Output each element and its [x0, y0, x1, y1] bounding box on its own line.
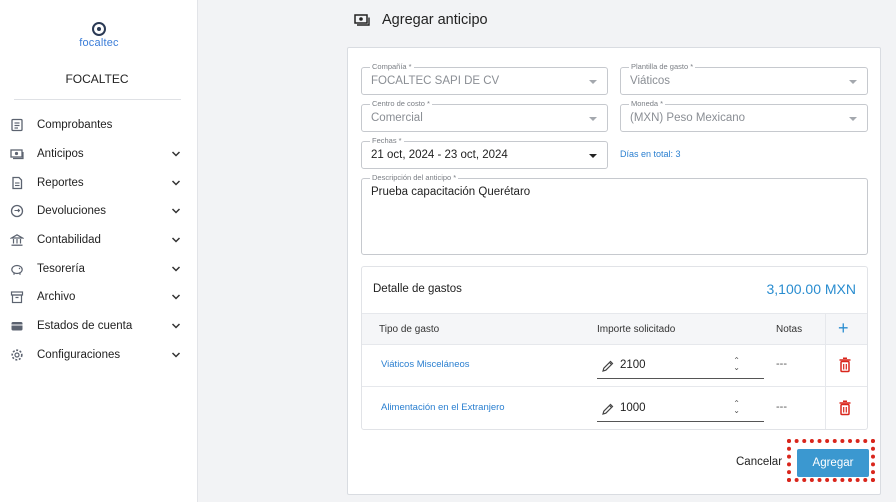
cost-center-value: Comercial — [371, 112, 423, 124]
highlight-box: Agregar — [787, 439, 875, 482]
expense-template-select[interactable]: Plantilla de gasto * Viáticos — [620, 62, 868, 95]
sidebar-item-comprobantes[interactable]: Comprobantes — [0, 111, 197, 140]
caret-down-icon — [589, 117, 597, 121]
cost-center-label: Centro de costo * — [370, 99, 432, 109]
sidebar-item-label: Configuraciones — [37, 348, 121, 361]
amount-input[interactable]: 2100 ⌃ ⌄ — [597, 353, 764, 379]
caret-down-icon — [589, 80, 597, 84]
total-days-text: Días en total: 3 — [620, 149, 681, 159]
sidebar-item-contabilidad[interactable]: Contabilidad — [0, 226, 197, 255]
bank-icon — [10, 233, 24, 247]
company-value: FOCALTEC SAPI DE CV — [371, 75, 500, 87]
logo-icon — [92, 22, 106, 36]
page-header: Agregar anticipo — [354, 12, 488, 28]
chevron-down-icon — [171, 151, 181, 157]
sidebar: focaltec FOCALTEC Comprobantes Anticipos… — [0, 0, 198, 502]
chevron-down-icon — [171, 208, 181, 214]
advance-form-card: Compañía * FOCALTEC SAPI DE CV Plantilla… — [347, 47, 881, 495]
cash-icon — [10, 147, 24, 161]
add-expense-button[interactable]: + — [838, 318, 849, 338]
chevron-down-icon — [171, 237, 181, 243]
page-title: Agregar anticipo — [382, 12, 488, 28]
cost-center-select[interactable]: Centro de costo * Comercial — [361, 99, 608, 132]
chevron-down-icon — [171, 266, 181, 272]
amount-value: 2100 — [620, 359, 646, 371]
sidebar-item-anticipos[interactable]: Anticipos — [0, 140, 197, 169]
gear-icon — [10, 348, 24, 362]
expense-template-value: Viáticos — [630, 75, 671, 87]
notes-value: --- — [776, 358, 787, 370]
description-value: Prueba capacitación Querétaro — [371, 186, 531, 198]
stepper-icon[interactable]: ⌃ ⌄ — [733, 400, 740, 415]
sidebar-divider — [14, 99, 181, 100]
sidebar-item-label: Comprobantes — [37, 119, 113, 132]
archive-icon — [10, 290, 24, 304]
company-select[interactable]: Compañía * FOCALTEC SAPI DE CV — [361, 62, 608, 95]
sidebar-item-label: Reportes — [37, 176, 84, 189]
caret-down-icon — [849, 80, 857, 84]
sidebar-item-label: Anticipos — [37, 148, 84, 161]
logo-text: focaltec — [79, 37, 119, 49]
sidebar-item-reportes[interactable]: Reportes — [0, 168, 197, 197]
currency-value: (MXN) Peso Mexicano — [630, 112, 746, 124]
table-row: Alimentación en el Extranjero 1000 ⌃ ⌄ --… — [362, 388, 867, 429]
sidebar-item-configuraciones[interactable]: Configuraciones — [0, 341, 197, 370]
delete-row-icon[interactable] — [838, 357, 852, 373]
description-textarea[interactable]: Descripción del anticipo * Prueba capaci… — [361, 173, 868, 255]
chevron-down-icon — [171, 323, 181, 329]
caret-down-icon — [849, 117, 857, 121]
expense-detail-panel: Detalle de gastos 3,100.00 MXN Tipo de g… — [361, 266, 868, 430]
sidebar-item-archivo[interactable]: Archivo — [0, 283, 197, 312]
stepper-icon[interactable]: ⌃ ⌄ — [733, 357, 740, 372]
amount-value: 1000 — [620, 402, 646, 414]
expense-table-header: Tipo de gasto Importe solicitado Notas + — [362, 313, 867, 345]
delete-row-icon[interactable] — [838, 400, 852, 416]
sidebar-item-devoluciones[interactable]: Devoluciones — [0, 197, 197, 226]
table-row: Viáticos Misceláneos 2100 ⌃ ⌄ --- — [362, 345, 867, 387]
sidebar-item-label: Archivo — [37, 291, 76, 304]
company-label: Compañía * — [370, 62, 414, 72]
refund-icon — [10, 204, 24, 218]
chevron-down-icon — [171, 352, 181, 358]
cancel-button[interactable]: Cancelar — [736, 456, 782, 468]
receipt-icon — [10, 118, 24, 132]
sidebar-item-label: Tesorería — [37, 262, 85, 275]
submit-button[interactable]: Agregar — [797, 449, 869, 477]
date-range-label: Fechas * — [370, 136, 404, 146]
notes-value: --- — [776, 401, 787, 413]
expense-template-label: Plantilla de gasto * — [629, 62, 696, 72]
column-header-amount: Importe solicitado — [597, 324, 676, 335]
sidebar-item-estados-de-cuenta[interactable]: Estados de cuenta — [0, 312, 197, 341]
report-icon — [10, 176, 24, 190]
chevron-down-icon — [171, 180, 181, 186]
expense-detail-title: Detalle de gastos — [373, 283, 462, 295]
description-label: Descripción del anticipo * — [370, 173, 459, 183]
cash-icon — [354, 14, 370, 26]
expense-type-link[interactable]: Viáticos Misceláneos — [381, 359, 470, 370]
pencil-icon — [602, 360, 614, 372]
sidebar-nav: Comprobantes Anticipos Reportes Devoluci… — [0, 111, 197, 369]
sidebar-item-tesoreria[interactable]: Tesorería — [0, 254, 197, 283]
caret-down-icon — [589, 154, 597, 158]
sidebar-item-label: Devoluciones — [37, 205, 107, 218]
expense-type-link[interactable]: Alimentación en el Extranjero — [381, 402, 505, 413]
chevron-down-icon — [171, 294, 181, 301]
piggy-bank-icon — [10, 262, 24, 276]
sidebar-item-label: Contabilidad — [37, 234, 101, 247]
currency-label: Moneda * — [629, 99, 666, 109]
date-range-value: 21 oct, 2024 - 23 oct, 2024 — [371, 149, 508, 161]
expense-total: 3,100.00 MXN — [766, 281, 857, 297]
company-logo[interactable]: focaltec — [74, 22, 124, 49]
company-name: FOCALTEC — [65, 72, 129, 86]
column-header-type: Tipo de gasto — [379, 324, 440, 335]
amount-input[interactable]: 1000 ⌃ ⌄ — [597, 396, 764, 422]
sidebar-item-label: Estados de cuenta — [37, 320, 133, 333]
wallet-icon — [10, 319, 24, 333]
date-range-select[interactable]: Fechas * 21 oct, 2024 - 23 oct, 2024 — [361, 136, 608, 169]
pencil-icon — [602, 403, 614, 415]
currency-select[interactable]: Moneda * (MXN) Peso Mexicano — [620, 99, 868, 132]
column-header-notes: Notas — [776, 324, 803, 335]
